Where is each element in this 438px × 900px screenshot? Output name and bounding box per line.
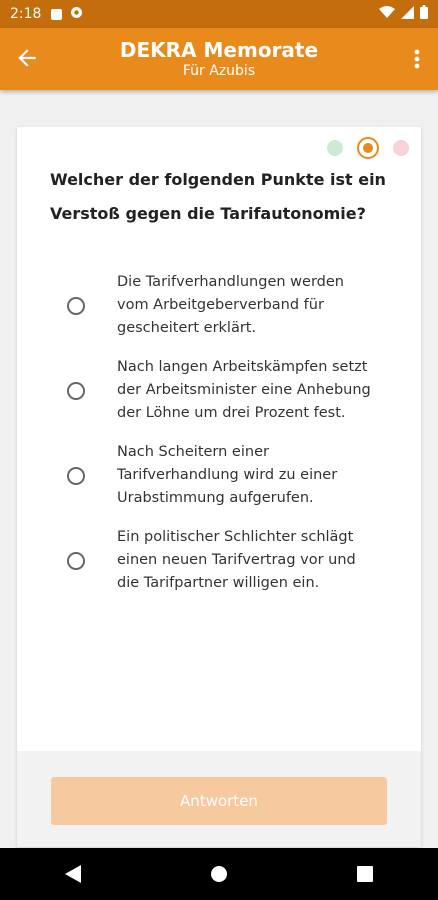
app-title: DEKRA Memorate — [119, 38, 319, 62]
status-time: 2:18 — [10, 6, 42, 22]
app-bar: DEKRA Memorate Für Azubis — [0, 28, 438, 90]
battery-icon — [420, 5, 428, 23]
progress-dot-pending — [393, 140, 409, 156]
progress-dot-answered — [327, 140, 343, 156]
card-footer: Antworten — [17, 751, 421, 847]
signal-icon — [401, 5, 414, 23]
notification-icon-2 — [70, 6, 83, 23]
answer-text: Nach Scheitern einer Tarifverhandlung wi… — [117, 444, 338, 506]
answer-text: Nach langen Arbeitskämpfen setzt der Arb… — [117, 359, 371, 421]
answer-option[interactable]: Die Tarifverhandlungen werden vom Arbeit… — [17, 271, 421, 340]
answer-text: Die Tarifverhandlungen werden vom Arbeit… — [117, 274, 344, 336]
square-recents-icon — [357, 866, 373, 882]
progress-dot-current — [357, 137, 379, 159]
app-bar-titles: DEKRA Memorate Für Azubis — [0, 38, 438, 80]
app-subtitle: Für Azubis — [182, 63, 256, 79]
answer-option[interactable]: Nach Scheitern einer Tarifverhandlung wi… — [17, 441, 421, 510]
triangle-back-icon — [65, 865, 81, 883]
radio-button[interactable] — [67, 551, 85, 570]
answer-text: Ein politischer Schlichter schlägt einen… — [117, 529, 356, 591]
progress-indicator — [327, 137, 409, 159]
status-bar: 2:18 — [0, 0, 438, 28]
system-nav-bar — [0, 848, 438, 900]
radio-button[interactable] — [67, 296, 85, 315]
answer-option[interactable]: Nach langen Arbeitskämpfen setzt der Arb… — [17, 356, 421, 425]
radio-button[interactable] — [67, 466, 85, 485]
answer-list: Die Tarifverhandlungen werden vom Arbeit… — [17, 271, 421, 611]
question-text: Welcher der folgenden Punkte ist ein Ver… — [50, 170, 386, 223]
more-button[interactable] — [414, 48, 420, 70]
question-card: Welcher der folgenden Punkte ist ein Ver… — [17, 127, 421, 847]
notification-icon — [51, 8, 63, 20]
wifi-icon — [379, 6, 395, 22]
nav-home-button[interactable] — [189, 854, 249, 894]
circle-home-icon — [211, 866, 227, 882]
nav-recents-button[interactable] — [335, 854, 395, 894]
nav-back-button[interactable] — [43, 854, 103, 894]
radio-button[interactable] — [67, 381, 85, 400]
more-vert-icon — [414, 49, 420, 69]
submit-button[interactable]: Antworten — [51, 777, 387, 825]
answer-option[interactable]: Ein politischer Schlichter schlägt einen… — [17, 526, 421, 595]
